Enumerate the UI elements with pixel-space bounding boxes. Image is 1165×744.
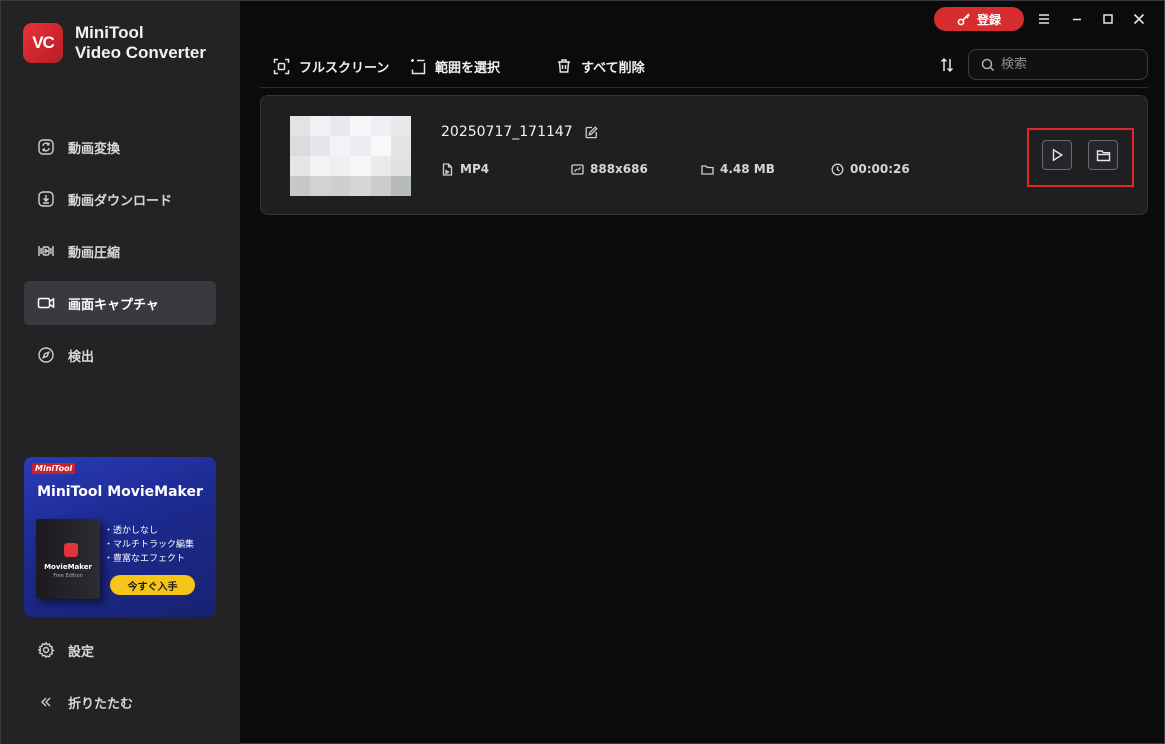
close-icon [1133, 13, 1145, 25]
fullscreen-button[interactable]: フルスクリーン [273, 55, 389, 77]
ad-brand-logo: MiniTool [32, 463, 76, 474]
sidebar-item-download[interactable]: 動画ダウンロード [24, 177, 216, 221]
register-label: 登録 [976, 12, 1001, 27]
file-name-text: 20250717_171147 [441, 124, 573, 140]
double-chevron-left-icon [37, 693, 55, 711]
folder-icon [701, 163, 714, 176]
ad-feature: ・透かしなし [104, 526, 159, 536]
open-folder-button[interactable] [1088, 140, 1118, 170]
file-name: 20250717_171147 [441, 124, 598, 140]
compass-icon [37, 346, 55, 364]
settings-button[interactable]: 設定 [24, 628, 216, 672]
file-resolution-text: 888x686 [590, 162, 648, 176]
folder-icon [1096, 149, 1110, 161]
ad-feature: ・豊富なエフェクト [104, 554, 186, 564]
sidebar-nav: 動画変換 動画ダウンロード 動画圧縮 画面キャプチャ 検出 [24, 125, 216, 385]
video-thumbnail [290, 116, 411, 196]
key-icon [957, 12, 971, 26]
maximize-button[interactable] [1098, 9, 1118, 29]
play-icon [1052, 148, 1064, 162]
brand: VC MiniTool Video Converter [23, 23, 206, 63]
file-duration: 00:00:26 [831, 162, 910, 176]
edit-name-button[interactable] [585, 125, 598, 139]
sort-icon [940, 57, 954, 73]
fullscreen-capture-icon [273, 58, 290, 75]
edit-icon [585, 125, 598, 138]
sidebar-item-label: 動画変換 [68, 141, 121, 157]
maximize-icon [1103, 14, 1113, 24]
resolution-icon [571, 163, 584, 176]
select-area-icon [409, 58, 426, 75]
camera-icon [37, 294, 55, 312]
minimize-icon [1073, 18, 1081, 21]
register-button[interactable]: 登録 [934, 7, 1024, 31]
play-button[interactable] [1042, 140, 1072, 170]
clock-icon [831, 163, 844, 176]
compress-icon [37, 242, 55, 260]
sidebar-item-discover[interactable]: 検出 [24, 333, 216, 377]
sidebar: VC MiniTool Video Converter 動画変換 動画ダウンロー… [1, 1, 240, 744]
app-title: MiniTool Video Converter [75, 23, 206, 63]
file-card[interactable]: 20250717_171147 MP4 888x686 4.48 MB 00:0… [260, 95, 1148, 215]
minimize-button[interactable] [1067, 9, 1087, 29]
collapse-sidebar-button[interactable]: 折りたたむ [24, 680, 216, 724]
moviemaker-logo-icon [64, 543, 78, 557]
moviemaker-box-image: MovieMaker Free Edition [36, 519, 100, 599]
sidebar-item-label: 検出 [68, 349, 95, 365]
search-icon [981, 58, 995, 71]
moviemaker-ad-banner[interactable]: MiniTool MiniTool MovieMaker MovieMaker … [24, 457, 216, 617]
file-format-icon [441, 162, 454, 176]
file-size: 4.48 MB [701, 162, 775, 176]
ad-feature-list: ・透かしなし ・マルチトラック編集 ・豊富なエフェクト [104, 524, 194, 566]
sidebar-bottom-settings: 設定 [24, 628, 216, 680]
hamburger-icon [1039, 14, 1049, 24]
close-button[interactable] [1129, 9, 1149, 29]
search-input[interactable] [1001, 57, 1141, 72]
trash-icon [556, 58, 572, 74]
menu-button[interactable] [1034, 9, 1054, 29]
ad-box-name: MovieMaker [44, 563, 92, 571]
sidebar-bottom-collapse: 折りたたむ [24, 680, 216, 732]
toolbar-divider [260, 87, 1148, 88]
convert-icon [37, 138, 55, 156]
app-logo-icon: VC [23, 23, 63, 63]
sort-button[interactable] [937, 55, 957, 75]
sidebar-item-label: 動画圧縮 [68, 245, 121, 261]
get-now-button[interactable]: 今すぐ入手 [110, 575, 195, 595]
collapse-label: 折りたたむ [68, 696, 134, 712]
file-format: MP4 [441, 162, 489, 176]
delete-all-button[interactable]: すべて削除 [556, 55, 645, 77]
search-box[interactable] [968, 49, 1148, 80]
sidebar-item-compress[interactable]: 動画圧縮 [24, 229, 216, 273]
app-window: VC MiniTool Video Converter 動画変換 動画ダウンロー… [0, 0, 1165, 744]
file-size-text: 4.48 MB [720, 162, 775, 176]
settings-label: 設定 [68, 644, 95, 660]
delete-all-label: すべて削除 [581, 60, 645, 76]
app-title-line1: MiniTool [75, 23, 144, 42]
gear-icon [37, 641, 55, 659]
sidebar-item-label: 動画ダウンロード [68, 193, 173, 209]
file-duration-text: 00:00:26 [850, 162, 910, 176]
select-area-label: 範囲を選択 [435, 60, 501, 76]
file-format-text: MP4 [460, 162, 490, 176]
download-icon [37, 190, 55, 208]
sidebar-item-convert[interactable]: 動画変換 [24, 125, 216, 169]
sidebar-item-label: 画面キャプチャ [68, 297, 159, 313]
ad-box-sub: Free Edition [53, 573, 83, 579]
app-title-line2: Video Converter [75, 43, 207, 62]
ad-title: MiniTool MovieMaker [37, 484, 203, 500]
sidebar-item-screen-capture[interactable]: 画面キャプチャ [24, 281, 216, 325]
file-resolution: 888x686 [571, 162, 648, 176]
ad-feature: ・マルチトラック編集 [104, 540, 195, 550]
fullscreen-label: フルスクリーン [299, 60, 390, 76]
select-area-button[interactable]: 範囲を選択 [409, 55, 500, 77]
